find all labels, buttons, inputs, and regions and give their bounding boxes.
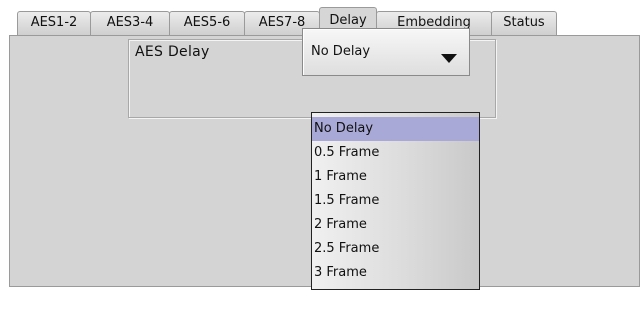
tab-aes5-6[interactable]: AES5-6 xyxy=(169,11,245,35)
dropdown-option[interactable]: 0.5 Frame xyxy=(312,141,479,165)
delay-config-screen: AES1-2 AES3-4 AES5-6 AES7-8 Delay Embedd… xyxy=(0,0,642,315)
tab-aes1-2[interactable]: AES1-2 xyxy=(17,11,91,35)
tab-status[interactable]: Status xyxy=(491,11,557,35)
tab-aes3-4[interactable]: AES3-4 xyxy=(90,11,170,35)
dropdown-option[interactable]: 2 Frame xyxy=(312,213,479,237)
dropdown-option[interactable]: 3 Frame xyxy=(312,261,479,285)
aes-delay-select-value: No Delay xyxy=(311,44,371,59)
aes-delay-label: AES Delay xyxy=(135,44,210,60)
triangle-down-icon xyxy=(441,49,457,68)
aes-delay-dropdown-list: No Delay 0.5 Frame 1 Frame 1.5 Frame 2 F… xyxy=(311,112,480,290)
dropdown-option[interactable]: 1.5 Frame xyxy=(312,189,479,213)
dropdown-option[interactable]: 1 Frame xyxy=(312,165,479,189)
dropdown-option[interactable]: No Delay xyxy=(312,117,479,141)
dropdown-option[interactable]: 2.5 Frame xyxy=(312,237,479,261)
aes-delay-select[interactable]: No Delay xyxy=(302,28,470,76)
